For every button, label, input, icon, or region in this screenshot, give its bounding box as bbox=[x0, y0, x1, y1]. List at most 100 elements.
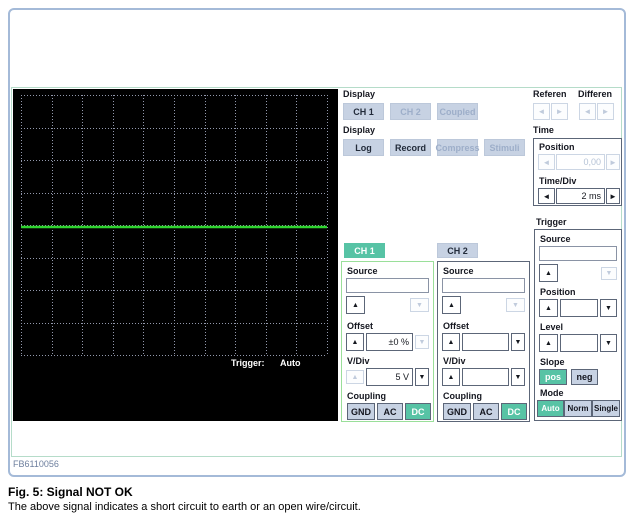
trigger-source-up-button[interactable]: ▲ bbox=[539, 264, 558, 282]
trigger-level-up-button[interactable]: ▲ bbox=[539, 334, 558, 352]
ch2-coupling-label: Coupling bbox=[443, 391, 482, 401]
time-div-value: 2 ms bbox=[556, 188, 605, 204]
time-div-decrease-button[interactable]: ◄ bbox=[538, 188, 555, 204]
scope-grid bbox=[21, 95, 329, 357]
ch1-coupling-dc-button[interactable]: DC bbox=[405, 403, 431, 420]
down-arrow-icon: ▼ bbox=[605, 340, 612, 347]
reference-left-arrow-button[interactable]: ◄ bbox=[533, 103, 550, 120]
trigger-position-value bbox=[560, 299, 598, 317]
right-arrow-icon: ► bbox=[556, 107, 564, 116]
tab-ch1[interactable]: CH 1 bbox=[344, 243, 385, 258]
scope-trigger-label: Trigger: bbox=[231, 358, 265, 368]
ch1-offset-label: Offset bbox=[347, 321, 373, 331]
difference-right-arrow-button[interactable]: ► bbox=[597, 103, 614, 120]
time-position-increase-button[interactable]: ► bbox=[606, 154, 620, 170]
ch1-source-input[interactable] bbox=[346, 278, 429, 293]
ch1-coupling-label: Coupling bbox=[347, 391, 386, 401]
scope-trigger-mode-value: Auto bbox=[280, 358, 301, 368]
trigger-position-label: Position bbox=[540, 287, 576, 297]
trigger-source-down-button[interactable]: ▼ bbox=[601, 267, 617, 280]
up-arrow-icon: ▲ bbox=[448, 302, 455, 309]
left-arrow-icon: ◄ bbox=[538, 107, 546, 116]
ch1-coupling-gnd-button[interactable]: GND bbox=[347, 403, 375, 420]
up-arrow-icon: ▲ bbox=[448, 339, 455, 346]
up-arrow-icon: ▲ bbox=[545, 270, 552, 277]
ch2-offset-down-button[interactable]: ▼ bbox=[511, 333, 525, 351]
log-button[interactable]: Log bbox=[343, 139, 384, 156]
ch2-offset-up-button[interactable]: ▲ bbox=[442, 333, 460, 351]
trigger-mode-label: Mode bbox=[540, 388, 564, 398]
trigger-slope-neg-button[interactable]: neg bbox=[571, 369, 598, 385]
trigger-level-down-button[interactable]: ▼ bbox=[600, 334, 617, 352]
compress-button[interactable]: Compress bbox=[437, 139, 478, 156]
up-arrow-icon: ▲ bbox=[545, 340, 552, 347]
time-position-value: 0,00 bbox=[556, 154, 605, 170]
ch2-source-input[interactable] bbox=[442, 278, 525, 293]
down-arrow-icon: ▼ bbox=[515, 339, 522, 346]
display-ch1-button[interactable]: CH 1 bbox=[343, 103, 384, 120]
time-position-label: Position bbox=[539, 142, 575, 152]
ch2-coupling-ac-button[interactable]: AC bbox=[473, 403, 499, 420]
ch1-offset-down-button[interactable]: ▼ bbox=[415, 335, 429, 349]
difference-left-arrow-button[interactable]: ◄ bbox=[579, 103, 596, 120]
scope-display: Trigger: Auto bbox=[13, 89, 338, 421]
trigger-position-up-button[interactable]: ▲ bbox=[539, 299, 558, 317]
reference-right-arrow-button[interactable]: ► bbox=[551, 103, 568, 120]
left-arrow-icon: ◄ bbox=[584, 107, 592, 116]
down-arrow-icon: ▼ bbox=[605, 305, 612, 312]
trigger-level-label: Level bbox=[540, 322, 563, 332]
ch2-vdiv-down-button[interactable]: ▼ bbox=[511, 368, 525, 386]
left-arrow-icon: ◄ bbox=[543, 192, 551, 201]
up-arrow-icon: ▲ bbox=[545, 305, 552, 312]
trigger-mode-single-button[interactable]: Single bbox=[592, 400, 620, 417]
down-arrow-icon: ▼ bbox=[416, 302, 423, 309]
ch1-vdiv-down-button[interactable]: ▼ bbox=[415, 368, 429, 386]
trigger-source-label: Source bbox=[540, 234, 571, 244]
difference-label: Differen bbox=[578, 89, 612, 99]
trigger-source-input[interactable] bbox=[539, 246, 617, 261]
down-arrow-icon: ▼ bbox=[419, 339, 426, 346]
ch2-source-down-button[interactable]: ▼ bbox=[506, 298, 525, 312]
time-div-increase-button[interactable]: ► bbox=[606, 188, 620, 204]
up-arrow-icon: ▲ bbox=[352, 339, 359, 346]
time-section-label: Time bbox=[533, 125, 554, 135]
display-coupled-button[interactable]: Coupled bbox=[437, 103, 478, 120]
ch2-vdiv-up-button[interactable]: ▲ bbox=[442, 368, 460, 386]
ch1-vdiv-value: 5 V bbox=[366, 368, 413, 386]
trigger-mode-auto-button[interactable]: Auto bbox=[537, 400, 564, 417]
trigger-section-label: Trigger bbox=[536, 217, 567, 227]
trigger-slope-label: Slope bbox=[540, 357, 565, 367]
reference-label: Referen bbox=[533, 89, 567, 99]
up-arrow-icon: ▲ bbox=[448, 374, 455, 381]
caption-body: The above signal indicates a short circu… bbox=[8, 501, 361, 513]
ch1-vdiv-up-button[interactable]: ▲ bbox=[346, 370, 364, 384]
trigger-slope-pos-button[interactable]: pos bbox=[539, 369, 567, 385]
right-arrow-icon: ► bbox=[609, 158, 617, 167]
record-button[interactable]: Record bbox=[390, 139, 431, 156]
up-arrow-icon: ▲ bbox=[352, 302, 359, 309]
ch1-coupling-ac-button[interactable]: AC bbox=[377, 403, 403, 420]
tab-ch2[interactable]: CH 2 bbox=[437, 243, 478, 258]
trigger-panel: Source ▲ ▼ Position ▲ ▼ Level ▲ ▼ Slope … bbox=[534, 229, 622, 421]
ch1-source-down-button[interactable]: ▼ bbox=[410, 298, 429, 312]
right-arrow-icon: ► bbox=[602, 107, 610, 116]
ch1-offset-up-button[interactable]: ▲ bbox=[346, 333, 364, 351]
display-ch2-button[interactable]: CH 2 bbox=[390, 103, 431, 120]
trigger-position-down-button[interactable]: ▼ bbox=[600, 299, 617, 317]
time-div-label: Time/Div bbox=[539, 176, 576, 186]
trigger-mode-norm-button[interactable]: Norm bbox=[564, 400, 592, 417]
display-modes-label: Display bbox=[343, 125, 375, 135]
ch2-coupling-gnd-button[interactable]: GND bbox=[443, 403, 471, 420]
ch2-offset-value bbox=[462, 333, 509, 351]
ch2-source-up-button[interactable]: ▲ bbox=[442, 296, 461, 314]
left-arrow-icon: ◄ bbox=[543, 158, 551, 167]
caption-title: Fig. 5: Signal NOT OK bbox=[8, 485, 133, 499]
up-arrow-icon: ▲ bbox=[352, 374, 359, 381]
ch1-vdiv-label: V/Div bbox=[347, 356, 370, 366]
ch1-offset-value: ±0 % bbox=[366, 333, 413, 351]
stimuli-button[interactable]: Stimuli bbox=[484, 139, 525, 156]
ch2-coupling-dc-button[interactable]: DC bbox=[501, 403, 527, 420]
time-position-decrease-button[interactable]: ◄ bbox=[538, 154, 555, 170]
ch2-vdiv-label: V/Div bbox=[443, 356, 466, 366]
ch1-source-up-button[interactable]: ▲ bbox=[346, 296, 365, 314]
